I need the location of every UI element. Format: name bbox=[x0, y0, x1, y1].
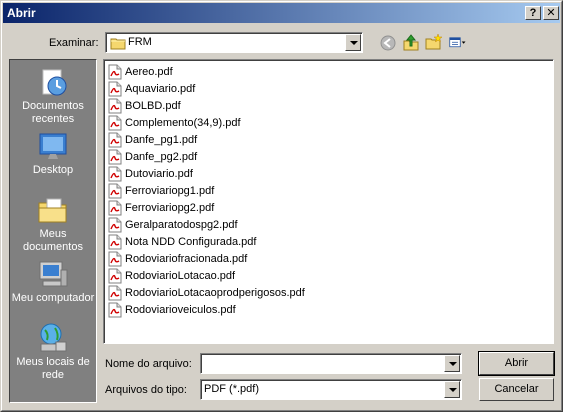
place-desktop[interactable]: Desktop bbox=[10, 130, 96, 177]
file-name: Aereo.pdf bbox=[125, 66, 173, 78]
title-bar[interactable]: Abrir ? ✕ bbox=[3, 3, 560, 23]
pdf-file-icon bbox=[108, 115, 122, 131]
help-button[interactable]: ? bbox=[525, 6, 541, 20]
place-label: Documentos recentes bbox=[22, 100, 84, 125]
place-label: Meus documentos bbox=[23, 228, 83, 253]
pdf-file-icon bbox=[108, 200, 122, 216]
file-name: Nota NDD Configurada.pdf bbox=[125, 236, 257, 248]
pdf-file-icon bbox=[108, 98, 122, 114]
file-name: Ferroviariopg1.pdf bbox=[125, 185, 215, 197]
new-folder-icon[interactable] bbox=[425, 33, 443, 51]
place-label: Meus locais de rede bbox=[16, 356, 90, 381]
pdf-file-icon bbox=[108, 268, 122, 284]
file-list-inner: Aereo.pdf Aquaviario.pdf BOLBD.pdf Compleme… bbox=[104, 60, 553, 343]
filetype-combo[interactable]: PDF (*.pdf) bbox=[200, 379, 462, 400]
pdf-file-icon bbox=[108, 302, 122, 318]
cancel-button[interactable]: Cancelar bbox=[479, 378, 554, 401]
dialog-title: Abrir bbox=[7, 6, 36, 20]
open-button[interactable]: Abrir bbox=[478, 351, 555, 376]
folder-icon bbox=[110, 38, 126, 50]
pdf-file-icon bbox=[108, 285, 122, 301]
network-places-icon bbox=[40, 323, 67, 352]
filetype-value: PDF (*.pdf) bbox=[204, 383, 260, 395]
look-in-value: FRM bbox=[128, 36, 152, 48]
file-name: Ferroviariopg2.pdf bbox=[125, 202, 215, 214]
pdf-file-icon bbox=[108, 81, 122, 97]
pdf-file-icon bbox=[108, 217, 122, 233]
pdf-file-icon bbox=[108, 64, 122, 80]
places-bar: Documentos recentes Desktop Meus documen… bbox=[9, 59, 97, 403]
chevron-down-icon[interactable] bbox=[444, 355, 460, 372]
place-my-documents[interactable]: Meus documentos bbox=[10, 194, 96, 254]
filename-label: Nome do arquivo: bbox=[105, 358, 192, 370]
file-name: Geralparatodospg2.pdf bbox=[125, 219, 238, 231]
back-icon[interactable] bbox=[379, 34, 397, 52]
chevron-down-icon[interactable] bbox=[444, 381, 460, 398]
filetype-label-text: Arquivos do tipo: bbox=[105, 384, 187, 396]
pdf-file-icon bbox=[108, 132, 122, 148]
place-recent-documents[interactable]: Documentos recentes bbox=[10, 66, 96, 126]
look-in-label: Examinar: bbox=[49, 37, 99, 49]
pdf-file-icon bbox=[108, 251, 122, 267]
open-button-label: Abrir bbox=[504, 357, 529, 369]
place-label: Meu computador bbox=[11, 292, 95, 304]
file-name: Aquaviario.pdf bbox=[125, 83, 196, 95]
file-name: BOLBD.pdf bbox=[125, 100, 181, 112]
pdf-file-icon bbox=[108, 166, 122, 182]
cancel-button-label: Cancelar bbox=[494, 383, 539, 395]
view-menu-icon[interactable] bbox=[449, 34, 467, 52]
filetype-label: Arquivos do tipo: bbox=[105, 384, 187, 396]
file-name: Complemento(34,9).pdf bbox=[125, 117, 241, 129]
my-documents-icon bbox=[38, 198, 67, 223]
file-name: RodoviarioLotacao.pdf bbox=[125, 270, 236, 282]
filename-input[interactable] bbox=[203, 356, 441, 371]
file-name: Danfe_pg1.pdf bbox=[125, 134, 198, 146]
pdf-file-icon bbox=[108, 234, 122, 250]
file-list[interactable]: Aereo.pdf Aquaviario.pdf BOLBD.pdf Compleme… bbox=[103, 59, 554, 344]
pdf-file-icon bbox=[108, 183, 122, 199]
open-dialog: Abrir ? ✕ Examinar: FRM Documentos recen… bbox=[0, 0, 563, 412]
file-name: RodoviarioLotacaoprodperigosos.pdf bbox=[125, 287, 305, 299]
look-in-combo[interactable]: FRM bbox=[105, 32, 363, 53]
filename-combo[interactable] bbox=[200, 353, 462, 374]
file-name: Rodoviariofracionada.pdf bbox=[125, 253, 248, 265]
file-name: Dutoviario.pdf bbox=[125, 168, 193, 180]
place-label: Desktop bbox=[32, 164, 74, 176]
file-name: Rodoviarioveiculos.pdf bbox=[125, 304, 236, 316]
chevron-down-icon[interactable] bbox=[345, 34, 361, 51]
place-my-computer[interactable]: Meu computador bbox=[10, 258, 96, 305]
desktop-icon bbox=[39, 133, 67, 159]
up-folder-icon[interactable] bbox=[402, 33, 420, 51]
place-network[interactable]: Meus locais de rede bbox=[10, 322, 96, 382]
filename-label-text: Nome do arquivo: bbox=[105, 358, 192, 370]
pdf-file-icon bbox=[108, 149, 122, 165]
look-in-label-text: Examinar: bbox=[49, 37, 99, 49]
file-name: Danfe_pg2.pdf bbox=[125, 151, 198, 163]
recent-documents-icon bbox=[42, 69, 67, 96]
close-button[interactable]: ✕ bbox=[543, 6, 559, 20]
my-computer-icon bbox=[39, 261, 68, 287]
